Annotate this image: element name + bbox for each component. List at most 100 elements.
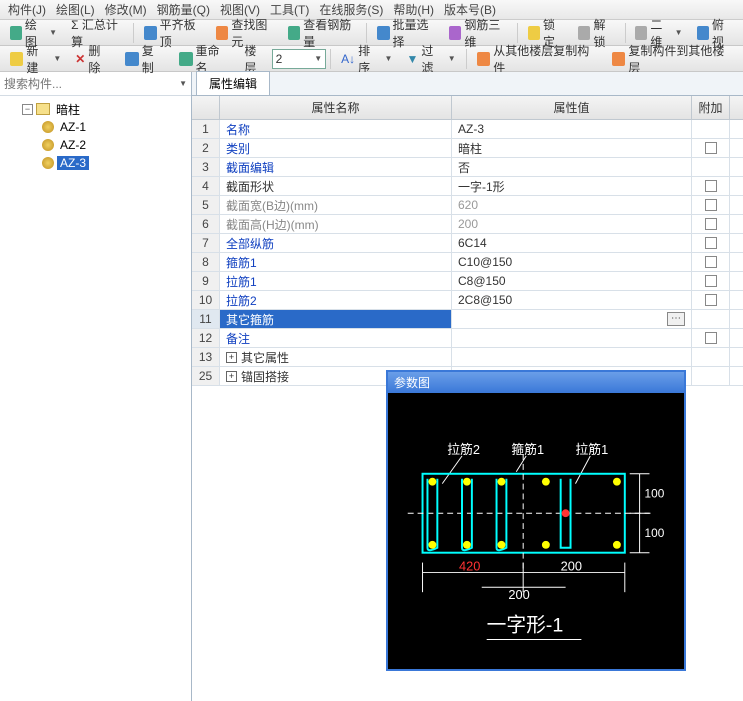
property-name: 截面高(H边)(mm) — [220, 215, 452, 233]
checkbox[interactable] — [705, 332, 717, 344]
floor-select[interactable]: 2▼ — [272, 49, 327, 69]
property-name: 名称 — [220, 120, 452, 138]
row-number: 7 — [192, 234, 220, 252]
checkbox[interactable] — [705, 180, 717, 192]
expand-icon[interactable]: + — [226, 352, 237, 363]
property-value[interactable]: 2C8@150 — [452, 291, 692, 309]
property-name: 截面形状 — [220, 177, 452, 195]
folder-icon — [36, 103, 50, 115]
align-icon — [144, 26, 156, 40]
property-value[interactable] — [452, 348, 692, 366]
extra-header: 附加 — [692, 96, 730, 119]
tab-properties[interactable]: 属性编辑 — [196, 71, 270, 95]
property-row[interactable]: 4截面形状一字-1形 — [192, 177, 743, 196]
property-value[interactable]: 一字-1形 — [452, 177, 692, 195]
checkbox[interactable] — [705, 218, 717, 230]
tab-strip: 属性编辑 — [192, 72, 743, 96]
property-row[interactable]: 13+其它属性 — [192, 348, 743, 367]
tree-item[interactable]: AZ-2 — [2, 136, 189, 154]
row-number: 8 — [192, 253, 220, 271]
extra-cell — [692, 348, 730, 366]
delete-icon: ✕ — [75, 52, 85, 66]
rebar-icon — [288, 26, 300, 40]
property-row[interactable]: 11其它箍筋⋯ — [192, 310, 743, 329]
row-number: 25 — [192, 367, 220, 385]
property-value[interactable]: C8@150 — [452, 272, 692, 290]
property-name: 类别 — [220, 139, 452, 157]
property-value[interactable]: 620 — [452, 196, 692, 214]
search-bar: ▼ — [0, 72, 191, 96]
lock-icon — [528, 26, 540, 40]
svg-text:箍筋1: 箍筋1 — [511, 442, 544, 457]
checkbox[interactable] — [705, 294, 717, 306]
property-row[interactable]: 8箍筋1C10@150 — [192, 253, 743, 272]
row-number: 1 — [192, 120, 220, 138]
pencil-icon — [10, 26, 22, 40]
property-row[interactable]: 3截面编辑否 — [192, 158, 743, 177]
property-value[interactable]: AZ-3 — [452, 120, 692, 138]
search-input[interactable] — [4, 77, 178, 91]
dropdown-icon[interactable]: ▼ — [179, 79, 187, 88]
property-value[interactable]: 6C14 — [452, 234, 692, 252]
unlock-icon — [578, 26, 590, 40]
checkbox[interactable] — [705, 237, 717, 249]
property-row[interactable]: 1名称AZ-3 — [192, 120, 743, 139]
svg-text:200: 200 — [561, 558, 582, 573]
toolbar-item: 新建▼ ✕删除 复制 重命名 楼层 2▼ A↓排序▼ ▼过滤▼ 从其他楼层复制构… — [0, 46, 743, 72]
extra-cell — [692, 234, 730, 252]
property-value[interactable]: 暗柱 — [452, 139, 692, 157]
extra-cell — [692, 272, 730, 290]
tree-item[interactable]: AZ-1 — [2, 118, 189, 136]
extra-cell — [692, 253, 730, 271]
extra-cell — [692, 139, 730, 157]
row-number: 2 — [192, 139, 220, 157]
extra-cell — [692, 196, 730, 214]
row-number: 11 — [192, 310, 220, 328]
row-number: 10 — [192, 291, 220, 309]
svg-text:100: 100 — [645, 486, 665, 500]
tree-item[interactable]: AZ-3 — [2, 154, 189, 172]
ellipsis-button[interactable]: ⋯ — [667, 312, 685, 326]
extra-cell — [692, 329, 730, 347]
property-name: 截面宽(B边)(mm) — [220, 196, 452, 214]
row-number: 3 — [192, 158, 220, 176]
property-row[interactable]: 5截面宽(B边)(mm)620 — [192, 196, 743, 215]
grid-icon — [635, 26, 647, 40]
checkbox[interactable] — [705, 199, 717, 211]
expand-icon[interactable]: + — [226, 371, 237, 382]
property-row[interactable]: 2类别暗柱 — [192, 139, 743, 158]
property-row[interactable]: 12备注 — [192, 329, 743, 348]
tree-item-label: AZ-3 — [57, 156, 89, 170]
diagram-title: 参数图 — [388, 372, 684, 393]
tree-root-label: 暗柱 — [53, 101, 83, 118]
property-row[interactable]: 6截面高(H边)(mm)200 — [192, 215, 743, 234]
extra-cell — [692, 215, 730, 233]
topview-icon — [697, 26, 709, 40]
extra-cell — [692, 120, 730, 138]
tree-item-label: AZ-1 — [57, 120, 89, 134]
property-row[interactable]: 7全部纵筋6C14 — [192, 234, 743, 253]
property-name: 拉筋2 — [220, 291, 452, 309]
property-row[interactable]: 10拉筋22C8@150 — [192, 291, 743, 310]
gear-icon — [42, 139, 54, 151]
collapse-icon[interactable]: − — [22, 104, 33, 115]
filter-icon: ▼ — [406, 52, 418, 66]
row-number: 6 — [192, 215, 220, 233]
row-number: 9 — [192, 272, 220, 290]
property-value[interactable] — [452, 329, 692, 347]
extra-cell — [692, 367, 730, 385]
checkbox[interactable] — [705, 275, 717, 287]
left-panel: ▼ − 暗柱 AZ-1 AZ-2 AZ-3 — [0, 72, 192, 701]
checkbox[interactable] — [705, 142, 717, 154]
copy-icon — [125, 52, 139, 66]
parameter-diagram: 参数图 拉筋2 箍筋1 拉筋1 — [386, 370, 686, 671]
checkbox[interactable] — [705, 256, 717, 268]
row-number: 5 — [192, 196, 220, 214]
property-name: 拉筋1 — [220, 272, 452, 290]
property-value[interactable]: 否 — [452, 158, 692, 176]
property-row[interactable]: 9拉筋1C8@150 — [192, 272, 743, 291]
property-value[interactable]: 200 — [452, 215, 692, 233]
property-value[interactable]: ⋯ — [452, 310, 692, 328]
tree-root[interactable]: − 暗柱 — [2, 100, 189, 118]
property-value[interactable]: C10@150 — [452, 253, 692, 271]
